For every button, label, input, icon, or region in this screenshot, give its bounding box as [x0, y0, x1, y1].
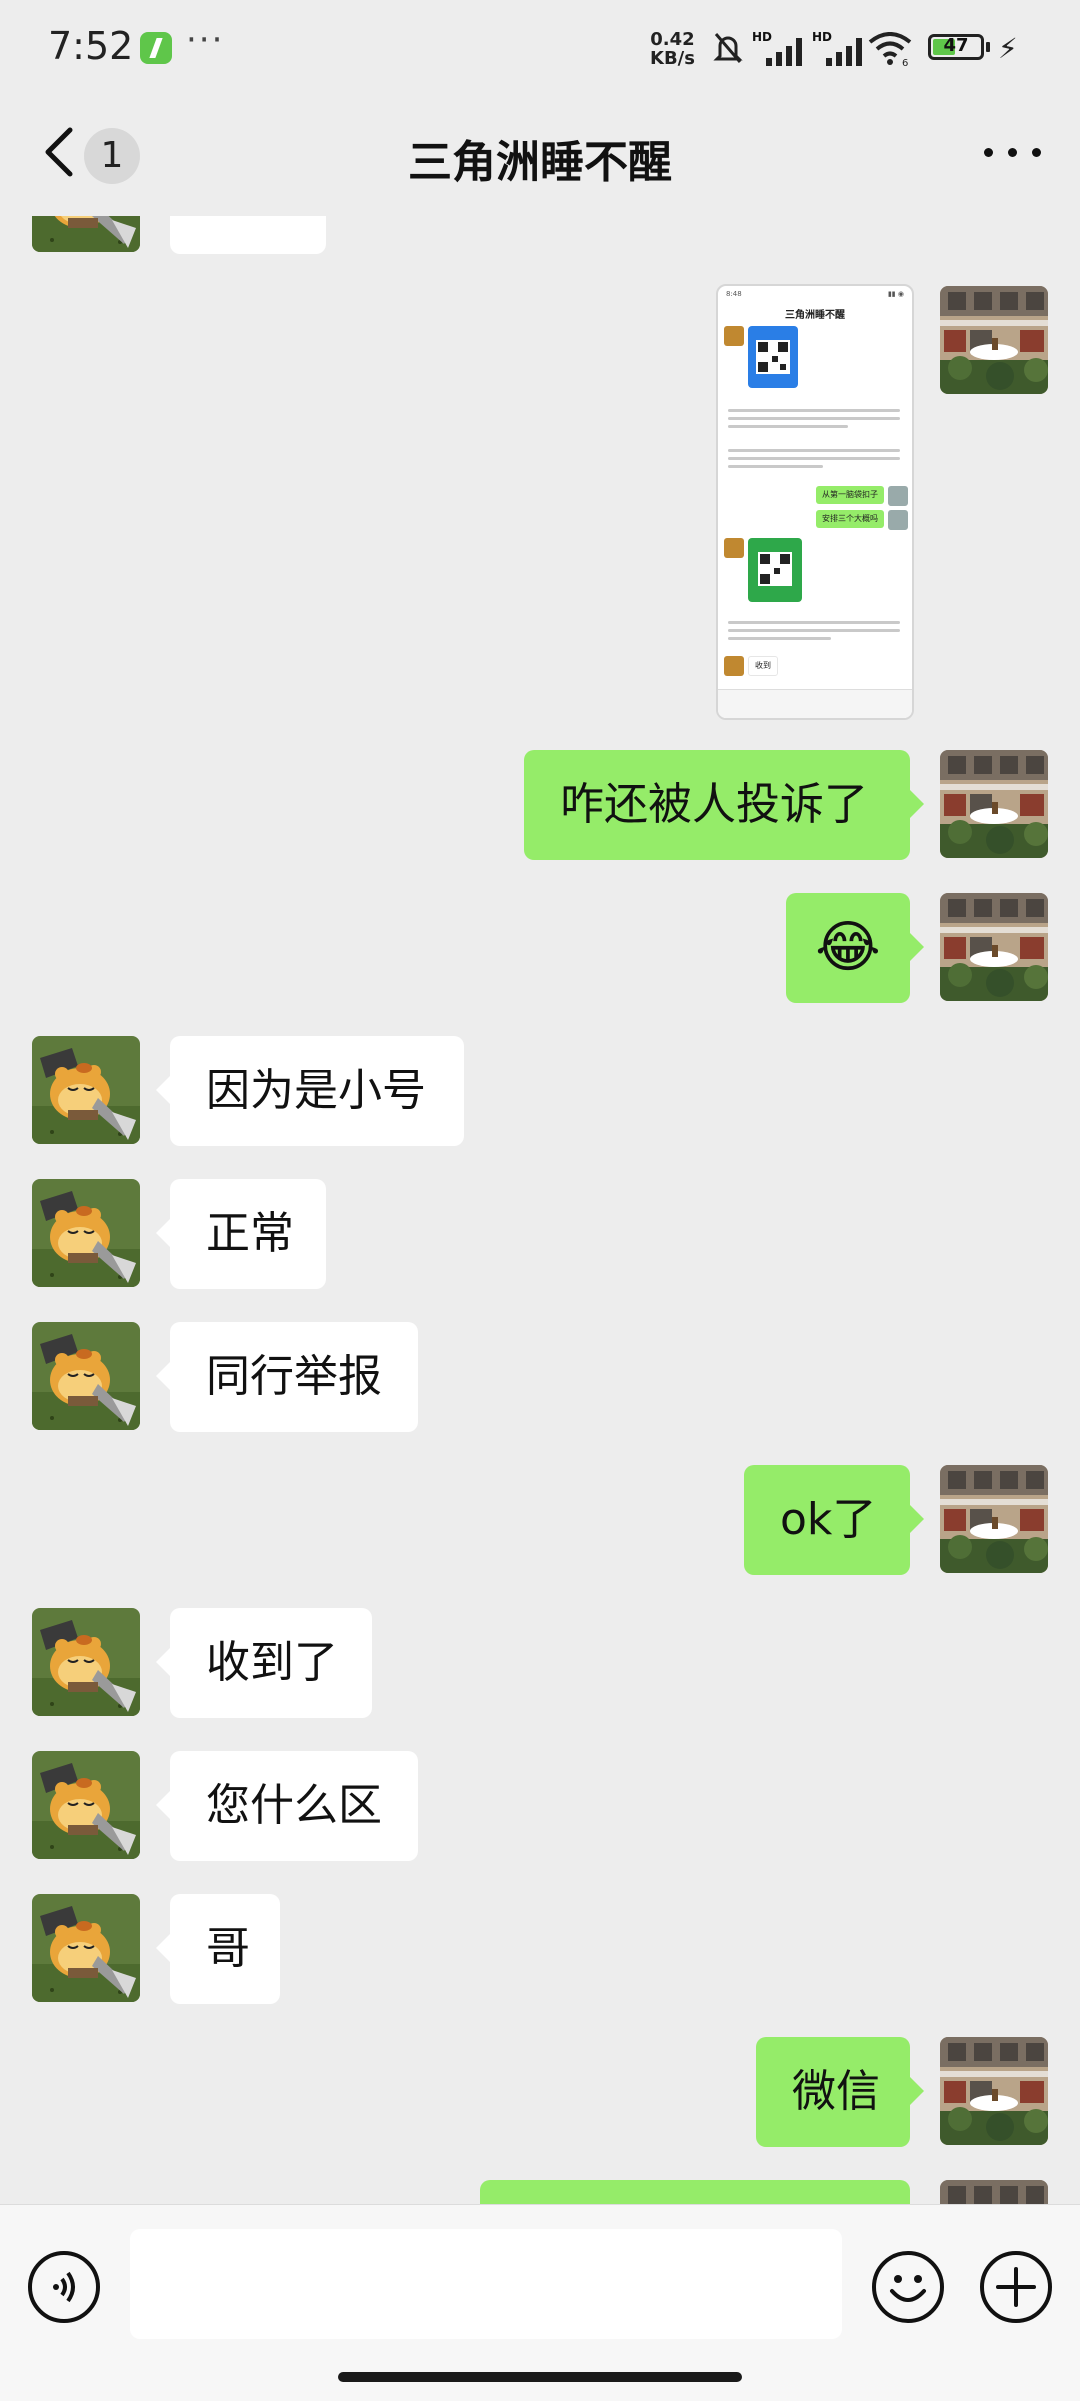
message-bubble-in[interactable]: 正常 [156, 1179, 326, 1289]
image-green-bubble: 从第一脑袋扣子 [816, 486, 884, 504]
battery-level: 47 [943, 35, 969, 56]
image-message-screenshot[interactable]: 8:48 ▮▮ ◉ 三角洲睡不醒 从第一脑袋扣子 安排三个大概吗 收到 [716, 284, 914, 720]
contact-avatar[interactable] [32, 1894, 140, 2002]
message-bubble-out[interactable]: 咋还被人投诉了 [524, 750, 924, 860]
contact-avatar[interactable] [32, 216, 140, 252]
message-bubble-out[interactable]: 微信 [756, 2037, 924, 2147]
image-avatar [888, 486, 908, 506]
image-text-block [728, 444, 900, 473]
voice-icon[interactable] [28, 2251, 100, 2323]
message-bubble-in[interactable]: 您什么区 [156, 1751, 418, 1861]
network-speed-value: 0.42 [650, 29, 695, 50]
my-avatar[interactable] [940, 893, 1048, 1001]
my-avatar[interactable] [940, 750, 1048, 858]
my-avatar[interactable] [940, 2037, 1048, 2145]
contact-avatar[interactable] [32, 1322, 140, 1430]
image-avatar [724, 538, 744, 558]
mute-bell-icon [713, 33, 743, 63]
charging-app-icon [140, 32, 172, 64]
contact-avatar[interactable] [32, 1179, 140, 1287]
message-bubble-in[interactable]: 同行举报 [156, 1322, 418, 1432]
message-input[interactable] [130, 2229, 842, 2339]
emoji-icon[interactable] [872, 2251, 944, 2323]
status-more-dots: ··· [186, 20, 225, 60]
message-bubble-in[interactable]: 收到了 [156, 1608, 372, 1718]
image-status-icons: ▮▮ ◉ [887, 290, 904, 298]
message-bubble-out[interactable] [480, 2180, 910, 2204]
image-avatar [724, 656, 744, 676]
charging-bolt-icon: ⚡ [998, 32, 1018, 65]
plus-icon[interactable] [980, 2251, 1052, 2323]
contact-avatar[interactable] [32, 1751, 140, 1859]
image-input-bar [718, 689, 912, 718]
contact-avatar[interactable] [32, 1036, 140, 1144]
message-bubble-in[interactable]: 因为是小号 [156, 1036, 464, 1146]
image-avatar [888, 510, 908, 530]
more-options-icon[interactable] [984, 136, 1044, 166]
image-status-time: 8:48 [726, 290, 742, 298]
status-bar: 7:52 ··· 0.42 KB/s HD HD 6 47 ⚡ [0, 0, 1080, 96]
signal-2-icon: HD [812, 30, 868, 66]
contact-avatar[interactable] [32, 1608, 140, 1716]
wifi-label: 6 [902, 58, 908, 66]
message-bubble-out-emoji[interactable]: 😂 [786, 893, 924, 1003]
message-bubble-out[interactable]: ok了 [744, 1465, 924, 1575]
image-qr-card-blue [748, 326, 798, 388]
wifi-icon: 6 [868, 32, 912, 66]
image-chat-title: 三角洲睡不醒 [785, 310, 845, 321]
battery-tip [986, 42, 990, 52]
network-speed: 0.42 KB/s [650, 30, 695, 68]
my-avatar[interactable] [940, 1465, 1048, 1573]
image-text-block [728, 404, 900, 433]
status-time: 7:52 [48, 24, 134, 68]
network-speed-unit: KB/s [650, 48, 695, 69]
message-list[interactable]: 8:48 ▮▮ ◉ 三角洲睡不醒 从第一脑袋扣子 安排三个大概吗 收到 咋还被人… [0, 216, 1080, 2204]
image-qr-card-green [748, 538, 802, 602]
signal-1-icon: HD [752, 30, 808, 66]
image-avatar [724, 326, 744, 346]
my-avatar[interactable] [940, 2180, 1048, 2204]
image-text-block [728, 616, 900, 645]
battery-icon: 47 [928, 34, 984, 60]
chat-title: 三角洲睡不醒 [408, 137, 672, 188]
message-bubble-in[interactable] [170, 216, 326, 254]
message-bubble-in[interactable]: 哥 [156, 1894, 280, 2004]
image-green-bubble: 安排三个大概吗 [816, 510, 884, 528]
home-indicator[interactable] [338, 2372, 742, 2382]
my-avatar[interactable] [940, 286, 1048, 394]
image-white-bubble: 收到 [748, 656, 778, 676]
chat-header: 1 三角洲睡不醒 [0, 96, 1080, 216]
